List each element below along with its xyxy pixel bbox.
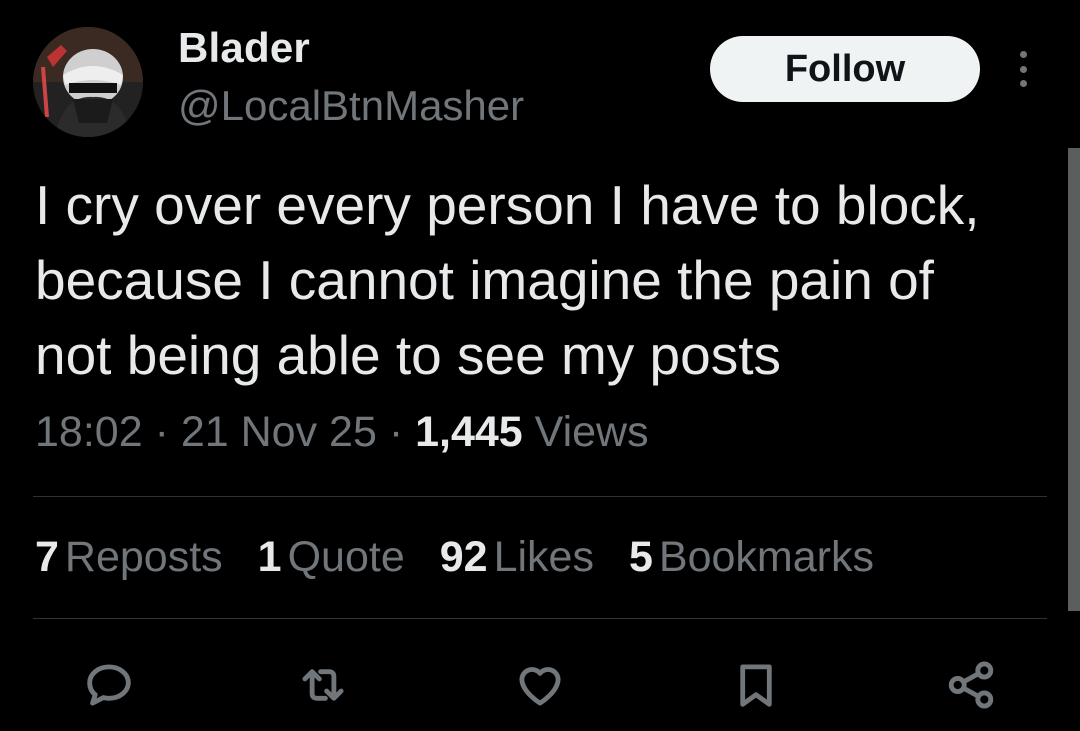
tweet-text: I cry over every person I have to block,… [35,174,980,386]
more-dot [1019,65,1027,73]
repost-icon [302,669,344,701]
meta-separator: · [388,408,404,456]
reply-icon [87,664,131,706]
share-icon [948,661,994,709]
views-count: 1,445 [415,408,523,456]
meta-separator: · [154,408,169,456]
stat-count: 5 [628,533,653,581]
divider [33,618,1047,619]
stat-label: Reposts [64,533,223,581]
stat-label: Likes [493,533,594,581]
bookmark-button[interactable] [721,650,791,720]
tweet-metadata: 18:02 · 21 Nov 25 · 1,445 Views [35,408,649,457]
stat-bookmarks[interactable]: 5 Bookmarks [629,533,874,582]
divider [33,496,1047,497]
stat-quotes[interactable]: 1 Quote [258,533,405,582]
stat-label: Quote [287,533,405,581]
more-options-icon[interactable] [1008,46,1038,92]
more-dot [1019,51,1027,58]
reply-button[interactable] [74,650,144,720]
engagement-stats: 7 Reposts 1 Quote 92 Likes 5 Bookmarks [35,533,909,582]
bookmark-icon [740,664,772,707]
stat-reposts[interactable]: 7 Reposts [35,533,223,582]
display-name[interactable]: Blader [178,24,310,72]
stat-count: 92 [439,533,488,581]
avatar-image [33,27,143,137]
scrollbar[interactable] [1068,148,1080,611]
like-icon [519,667,561,706]
like-button[interactable] [505,650,575,720]
action-bar [0,650,1080,720]
tweet-date[interactable]: 21 Nov 25 [181,408,377,456]
share-button[interactable] [936,650,1006,720]
stat-likes[interactable]: 92 Likes [440,533,594,582]
repost-button[interactable] [288,650,358,720]
tweet-time[interactable]: 18:02 [35,408,143,456]
stat-count: 1 [257,533,282,581]
more-dot [1019,80,1027,87]
stat-count: 7 [35,533,59,581]
views-label: Views [534,408,649,456]
stat-label: Bookmarks [658,533,874,581]
follow-button[interactable]: Follow [710,36,980,102]
user-handle[interactable]: @LocalBtnMasher [178,82,524,130]
avatar[interactable] [33,27,143,137]
